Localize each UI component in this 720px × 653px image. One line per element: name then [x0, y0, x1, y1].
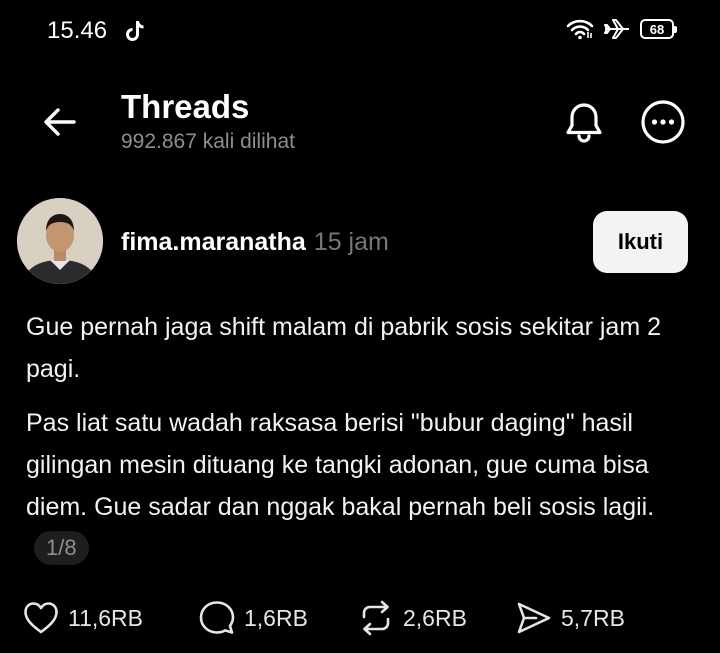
- send-icon: [517, 602, 551, 634]
- like-count: 11,6RB: [68, 604, 144, 631]
- post-author-line: fima.maranatha 15 jam: [121, 227, 389, 257]
- like-button[interactable]: 11,6RB: [23, 598, 143, 638]
- avatar[interactable]: [17, 198, 103, 284]
- back-arrow-icon[interactable]: [40, 102, 80, 142]
- post-paragraph: Gue pernah jaga shift malam di pabrik so…: [26, 313, 662, 383]
- share-count: 5,7RB: [561, 604, 625, 631]
- view-count: 992.867 kali dilihat: [121, 130, 295, 153]
- repost-icon: [362, 600, 390, 636]
- airplane-icon: [604, 19, 629, 39]
- post-paragraph-text: Pas liat satu wadah raksasa berisi "bubu…: [26, 409, 655, 521]
- status-right: 68: [566, 18, 677, 40]
- post-paragraph: Pas liat satu wadah raksasa berisi "bubu…: [26, 402, 706, 570]
- comment-button[interactable]: 1,6RB: [199, 598, 308, 638]
- follow-button[interactable]: Ikuti: [593, 211, 688, 273]
- more-icon[interactable]: [640, 99, 686, 145]
- battery-icon: 68: [640, 19, 677, 39]
- repost-count: 2,6RB: [403, 604, 467, 631]
- page-title: Threads: [121, 88, 250, 125]
- comment-icon: [199, 601, 235, 634]
- page-indicator: 1/8: [34, 531, 89, 565]
- status-time: 15.46: [47, 17, 108, 44]
- tiktok-icon: [126, 21, 144, 41]
- wifi-icon: [566, 19, 594, 40]
- comment-count: 1,6RB: [244, 604, 308, 631]
- username[interactable]: fima.maranatha: [121, 228, 306, 256]
- bell-icon[interactable]: [562, 100, 606, 144]
- header: Threads 992.867 kali dilihat: [0, 80, 720, 170]
- heart-icon: [24, 602, 58, 634]
- post-time: 15 jam: [313, 228, 389, 256]
- post-actions: 11,6RB 1,6RB 2,6RB 5,7RB: [23, 598, 713, 638]
- repost-button[interactable]: 2,6RB: [358, 598, 467, 638]
- share-button[interactable]: 5,7RB: [516, 598, 625, 638]
- avatar-image: [17, 198, 103, 284]
- status-bar: 15.46 68: [0, 0, 720, 64]
- post-body: Gue pernah jaga shift malam di pabrik so…: [26, 306, 706, 570]
